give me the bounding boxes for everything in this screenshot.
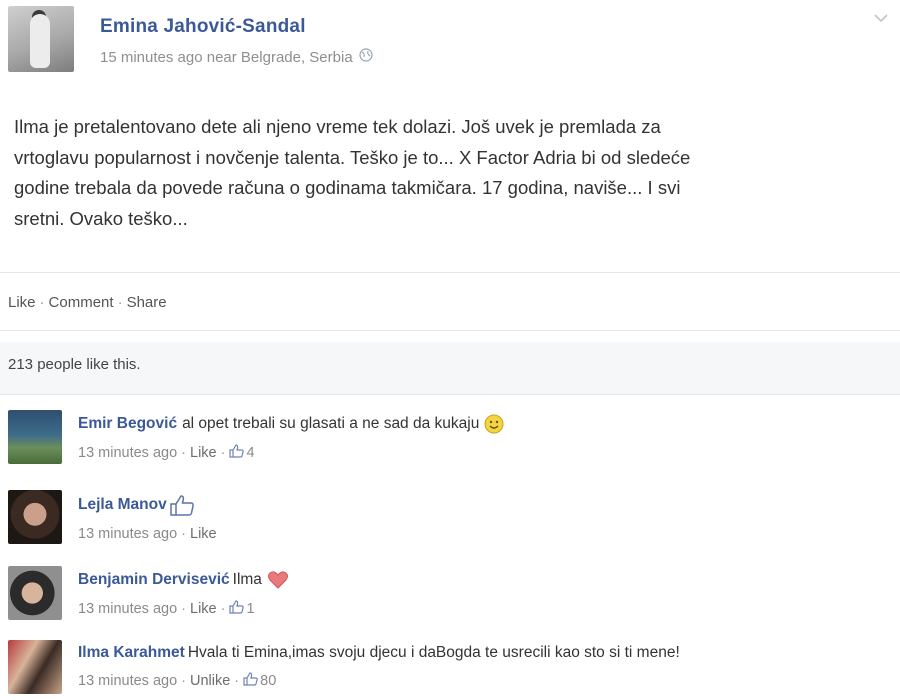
post-text-line: vrtoglavu popularnost i novčenje talenta…: [14, 146, 691, 168]
commenter-avatar[interactable]: [8, 640, 62, 694]
like-link[interactable]: Like: [8, 294, 36, 311]
author-name[interactable]: Emina Jahović-Sandal: [100, 16, 373, 38]
post-meta[interactable]: 15 minutes ago near Belgrade, Serbia: [100, 49, 353, 66]
comment-like-count[interactable]: 1: [246, 601, 254, 617]
comment-like-count[interactable]: 4: [246, 445, 254, 461]
commenter-name[interactable]: Ilma Karahmet: [78, 644, 185, 662]
commenter-avatar[interactable]: [8, 490, 62, 544]
comment-link[interactable]: Comment: [49, 294, 114, 311]
facebook-post: Emina Jahović-Sandal 15 minutes ago near…: [0, 0, 900, 700]
comment-time[interactable]: 13 minutes ago: [78, 526, 177, 542]
comment-unlike-link[interactable]: Unlike: [190, 673, 230, 689]
comment: Benjamin Dervisević Ilma 13 minutes ago ·…: [8, 566, 898, 620]
comment-time[interactable]: 13 minutes ago: [78, 673, 177, 689]
author-avatar[interactable]: [8, 6, 74, 72]
thumbs-up-icon: [169, 494, 195, 516]
chevron-down-icon[interactable]: [874, 10, 888, 28]
commenter-name[interactable]: Lejla Manov: [78, 496, 167, 514]
divider: [0, 394, 900, 395]
commenter-avatar[interactable]: [8, 566, 62, 620]
post-header: Emina Jahović-Sandal 15 minutes ago near…: [8, 6, 373, 72]
comment-like-link[interactable]: Like: [190, 601, 217, 617]
thumbs-up-icon: [229, 600, 245, 618]
post-text-line: sretni. Ovako teško...: [14, 207, 188, 229]
comment-like-link[interactable]: Like: [190, 526, 217, 542]
likes-count[interactable]: 213 people like this.: [8, 356, 141, 373]
divider: [0, 272, 900, 273]
comment-like-link[interactable]: Like: [190, 445, 217, 461]
comment-text: Hvala ti Emina,imas svoju djecu i daBogd…: [187, 644, 680, 661]
comment-like-count[interactable]: 80: [260, 673, 276, 689]
comment-text: al opet trebali su glasati a ne sad da k…: [182, 415, 480, 432]
comment-text: Ilma: [232, 571, 262, 588]
commenter-name[interactable]: Benjamin Dervisević: [78, 571, 230, 589]
comment-time[interactable]: 13 minutes ago: [78, 601, 177, 617]
commenter-avatar[interactable]: [8, 410, 62, 464]
thumbs-up-icon: [243, 672, 258, 690]
comment-time[interactable]: 13 minutes ago: [78, 445, 177, 461]
heart-icon: [267, 570, 289, 590]
post-text: Ilma je pretalentovano dete ali njeno vr…: [14, 112, 874, 234]
smiley-icon: [484, 414, 504, 434]
post-text-line: godine trebala da povede računa o godina…: [14, 177, 681, 198]
commenter-name[interactable]: Emir Begović: [78, 415, 177, 433]
post-actions: Like · Comment · Share: [8, 294, 167, 311]
share-link[interactable]: Share: [127, 294, 167, 311]
comment: Lejla Manov 13 minutes ago · Like: [8, 490, 898, 544]
comment: Emir Begović al opet trebali su glasati …: [8, 410, 898, 464]
globe-icon: [359, 48, 373, 66]
thumbs-up-icon: [229, 444, 245, 462]
post-text-line: Ilma je pretalentovano dete ali njeno vr…: [14, 116, 661, 137]
comment: Ilma Karahmet Hvala ti Emina,imas svoju …: [8, 640, 898, 694]
divider: [0, 330, 900, 331]
